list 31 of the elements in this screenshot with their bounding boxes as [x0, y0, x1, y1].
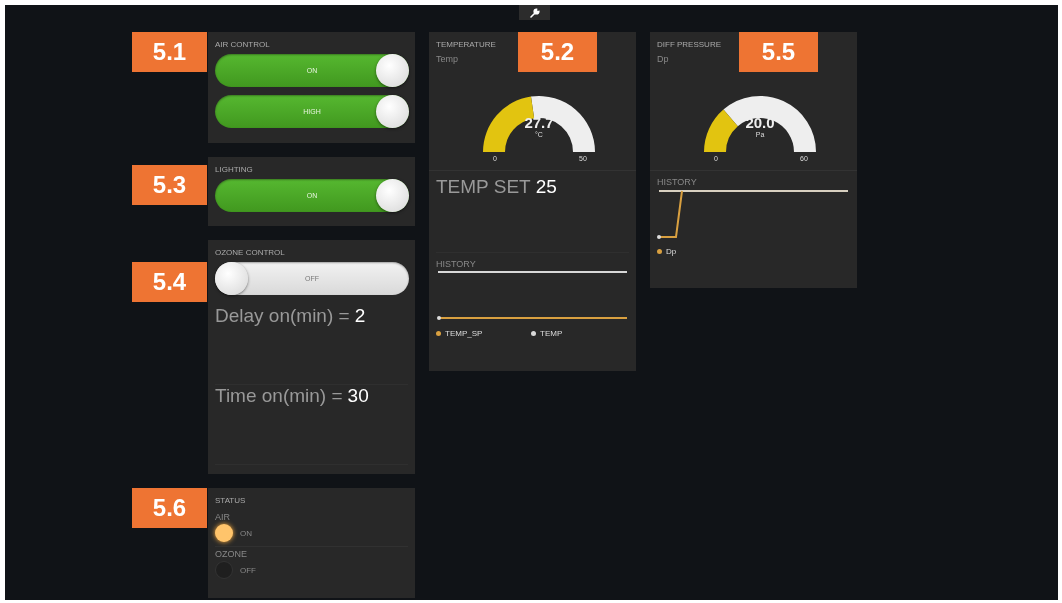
legend-label: Dp: [666, 247, 677, 256]
value-text: 2: [354, 305, 366, 327]
callout-label: 5.6: [132, 488, 207, 528]
callout-label: 5.2: [518, 32, 597, 72]
callout-label: 5.3: [132, 165, 207, 205]
value-label: Time on(min) =: [215, 385, 343, 407]
value-text: 30: [347, 385, 369, 407]
indicator-label: AIR: [215, 512, 231, 522]
card-title: OZONE CONTROL: [215, 248, 285, 259]
wrench-icon: [529, 7, 540, 18]
value-label: TEMP SET: [436, 176, 531, 198]
value-label: Delay on(min) =: [215, 305, 350, 327]
chart-title: HISTORY: [436, 259, 477, 269]
indicator-label: OZONE: [215, 549, 248, 559]
gauge-label: Dp: [657, 54, 669, 64]
card-title: STATUS: [215, 496, 246, 507]
indicator-state: ON: [240, 528, 252, 538]
callout-label: 5.4: [132, 262, 207, 302]
callout-label: 5.1: [132, 32, 207, 72]
card-title: AIR CONTROL: [215, 40, 270, 51]
legend-label: TEMP: [540, 329, 563, 338]
chart-title: HISTORY: [657, 177, 698, 187]
card-title: LIGHTING: [215, 165, 253, 176]
value-text: 25: [535, 176, 557, 198]
toolbar-tab[interactable]: [519, 5, 550, 20]
indicator-state: OFF: [240, 565, 256, 575]
gauge-label: Temp: [436, 54, 458, 64]
legend-label: TEMP_SP: [445, 329, 483, 338]
card-title: DIFF PRESSURE: [657, 40, 721, 51]
card-title: TEMPERATURE: [436, 40, 496, 51]
callout-label: 5.5: [739, 32, 818, 72]
